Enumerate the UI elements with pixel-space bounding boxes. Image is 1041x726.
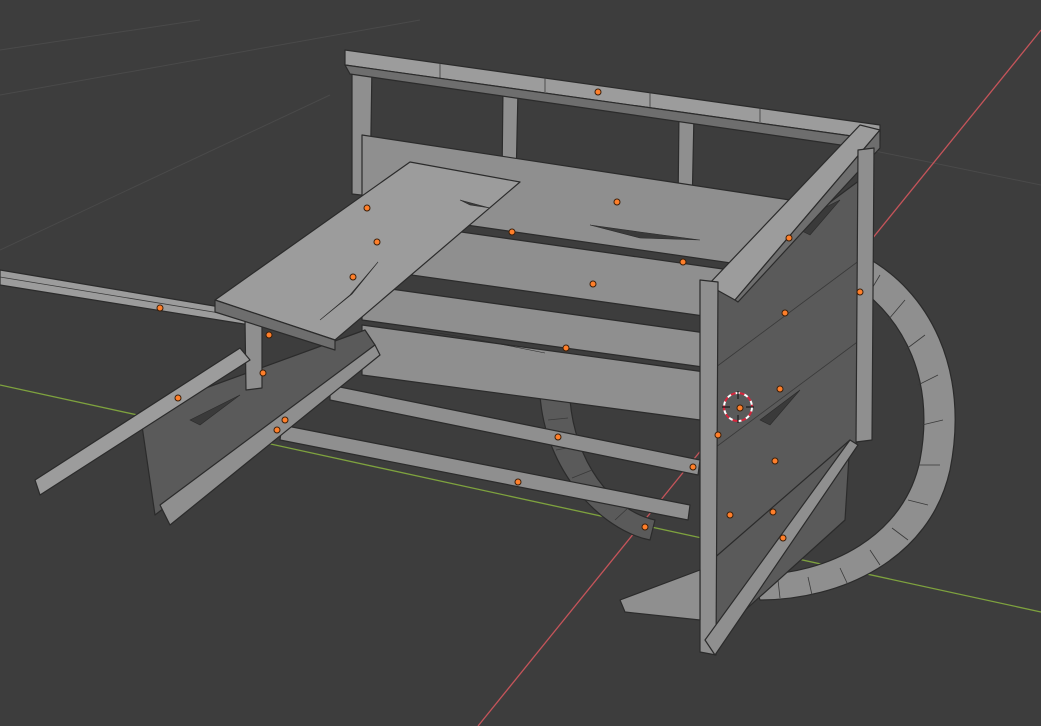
floor-rails [279, 384, 701, 621]
viewport-canvas[interactable] [0, 0, 1041, 726]
cart-pole [0, 269, 251, 326]
3d-viewport[interactable] [0, 0, 1041, 726]
left-side-panel [34, 317, 381, 526]
